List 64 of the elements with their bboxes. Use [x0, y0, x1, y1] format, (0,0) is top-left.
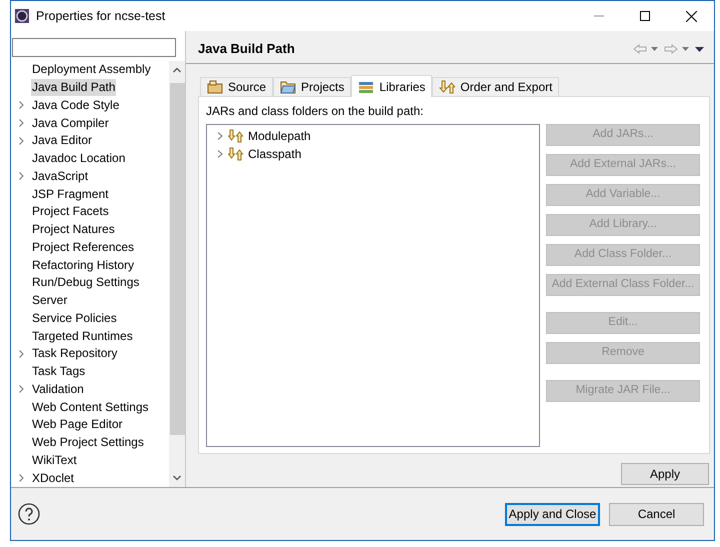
tab[interactable]: Order and Export: [432, 77, 560, 96]
tab[interactable]: Source: [200, 77, 274, 96]
tree-item[interactable]: Java Compiler: [31, 114, 110, 132]
scroll-down-icon[interactable]: [173, 475, 181, 481]
scrollbar[interactable]: [169, 61, 185, 487]
tree-item[interactable]: Project Natures: [31, 221, 116, 238]
expand-icon[interactable]: [18, 119, 24, 128]
tree-item[interactable]: Task Repository: [31, 345, 118, 362]
books-icon: [358, 80, 374, 94]
library-icon: [228, 147, 244, 161]
close-icon: [686, 10, 696, 22]
caption: JARs and class folders on the build path:: [206, 104, 424, 119]
filter-field[interactable]: [12, 38, 176, 57]
tree-item[interactable]: Run/Debug Settings: [31, 274, 140, 292]
dropdown-icon[interactable]: [651, 47, 658, 51]
tree-item[interactable]: XDoclet: [31, 470, 76, 487]
tree-item[interactable]: Javadoc Location: [31, 150, 126, 168]
dropdown-icon[interactable]: [682, 47, 689, 51]
library-tree[interactable]: Modulepath Classpath: [206, 124, 540, 447]
tree-item[interactable]: Validation: [31, 380, 85, 398]
apply-button[interactable]: Apply: [621, 463, 709, 485]
expand-icon[interactable]: [18, 385, 24, 394]
dialog-button[interactable]: Apply and Close: [505, 502, 600, 526]
tree-item[interactable]: Web Content Settings: [31, 398, 150, 416]
tree-item[interactable]: Server: [31, 292, 68, 310]
tab[interactable]: Libraries: [351, 75, 432, 97]
tree-item[interactable]: Web Project Settings: [31, 434, 145, 452]
expand-icon[interactable]: [18, 350, 24, 358]
scroll-thumb[interactable]: [170, 83, 184, 435]
folder-icon: [280, 80, 296, 94]
window-title: Properties for ncse-test: [36, 8, 166, 25]
tree-item[interactable]: Web Page Editor: [31, 416, 124, 434]
up-down-arrows-icon: [439, 80, 456, 94]
view-menu-icon[interactable]: [695, 46, 704, 52]
tree-item[interactable]: Targeted Runtimes: [31, 328, 134, 345]
tree-item[interactable]: Task Tags: [31, 363, 86, 380]
expand-icon[interactable]: [18, 136, 24, 145]
package-icon: [207, 80, 223, 94]
tree-item[interactable]: Service Policies: [31, 310, 118, 327]
expand-icon[interactable]: [216, 132, 224, 140]
library-icon: [228, 129, 244, 143]
tree-node[interactable]: Modulepath: [248, 127, 311, 145]
expand-icon[interactable]: [18, 101, 24, 110]
tree-item[interactable]: Project Facets: [31, 203, 110, 220]
tree-item[interactable]: Refactoring History: [31, 256, 136, 274]
tree-item[interactable]: Deployment Assembly: [31, 61, 152, 78]
tree-item[interactable]: WikiText: [31, 452, 78, 469]
expand-icon[interactable]: [216, 150, 224, 158]
tree-item[interactable]: JSP Fragment: [31, 186, 110, 203]
tree-item[interactable]: Project References: [31, 238, 136, 256]
page-title: Java Build Path: [198, 40, 295, 58]
tree-item[interactable]: Java Build Path: [31, 79, 116, 96]
maximize-icon: [640, 11, 650, 21]
scroll-up-icon[interactable]: [173, 67, 181, 73]
tree-node[interactable]: Classpath: [248, 145, 302, 163]
expand-icon[interactable]: [18, 474, 24, 482]
expand-icon[interactable]: [18, 172, 24, 180]
tree-item[interactable]: JavaScript: [31, 168, 90, 185]
tree-item[interactable]: Java Code Style: [31, 96, 120, 114]
help-icon[interactable]: [18, 503, 40, 525]
tree-item[interactable]: Java Editor: [31, 132, 94, 150]
dialog-button[interactable]: Cancel: [609, 502, 704, 526]
app-icon: [14, 8, 30, 24]
tab[interactable]: Projects: [273, 77, 352, 96]
